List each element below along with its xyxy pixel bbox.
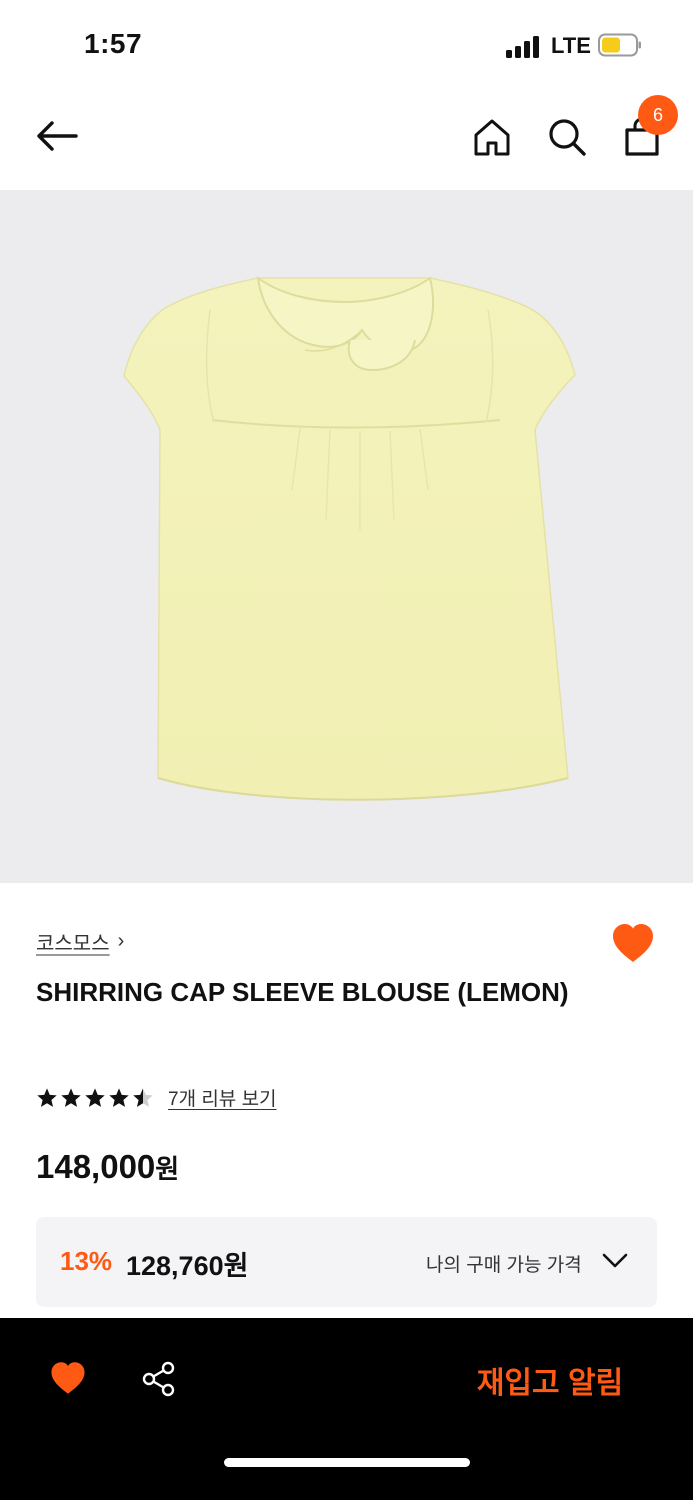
status-bar: 1:57 LTE — [0, 0, 693, 90]
yellow-blouse-image — [123, 275, 576, 801]
star-icon — [61, 1087, 81, 1107]
price-number: 148,000 — [36, 1148, 156, 1185]
signal-strength-icon — [506, 34, 542, 58]
bottom-action-bar: 재입고 알림 — [0, 1318, 693, 1500]
chevron-right-icon: › — [117, 930, 125, 952]
battery-icon — [598, 33, 641, 57]
restock-alert-button[interactable]: 재입고 알림 — [450, 1358, 650, 1402]
brand-name: 코스모스 — [36, 933, 110, 955]
back-arrow-icon[interactable] — [34, 118, 80, 154]
product-image[interactable] — [0, 190, 693, 883]
star-icon — [85, 1087, 105, 1107]
original-price: 148,000원 — [36, 1148, 179, 1186]
star-rating — [36, 1087, 154, 1109]
cart-count-badge: 6 — [638, 95, 678, 135]
home-icon[interactable] — [472, 117, 512, 157]
share-icon[interactable] — [140, 1360, 178, 1398]
star-icon — [37, 1087, 57, 1107]
discount-rate: 13% — [60, 1246, 113, 1276]
home-indicator[interactable] — [224, 1458, 470, 1467]
brand-link[interactable]: 코스모스 › — [36, 927, 124, 956]
status-time: 1:57 — [84, 28, 143, 59]
price-unit: 원 — [155, 1154, 180, 1184]
product-title: SHIRRING CAP SLEEVE BLOUSE (LEMON) — [36, 977, 569, 1007]
review-link[interactable]: 7개 리뷰 보기 — [168, 1084, 277, 1111]
half-star-icon — [133, 1087, 153, 1107]
wishlist-heart-icon[interactable] — [610, 922, 656, 964]
my-price-label: 나의 구매 가능 가격 — [426, 1255, 582, 1276]
heart-icon[interactable] — [49, 1360, 87, 1396]
discount-price: 128,760원 — [126, 1251, 249, 1281]
network-type: LTE — [551, 33, 591, 58]
search-icon[interactable] — [547, 117, 587, 157]
top-nav — [0, 90, 693, 190]
my-price-dropdown[interactable]: 13% 128,760원 나의 구매 가능 가격 — [36, 1217, 657, 1307]
star-icon — [109, 1087, 129, 1107]
chevron-down-icon — [602, 1253, 628, 1268]
rating-row: 7개 리뷰 보기 — [36, 1084, 277, 1111]
